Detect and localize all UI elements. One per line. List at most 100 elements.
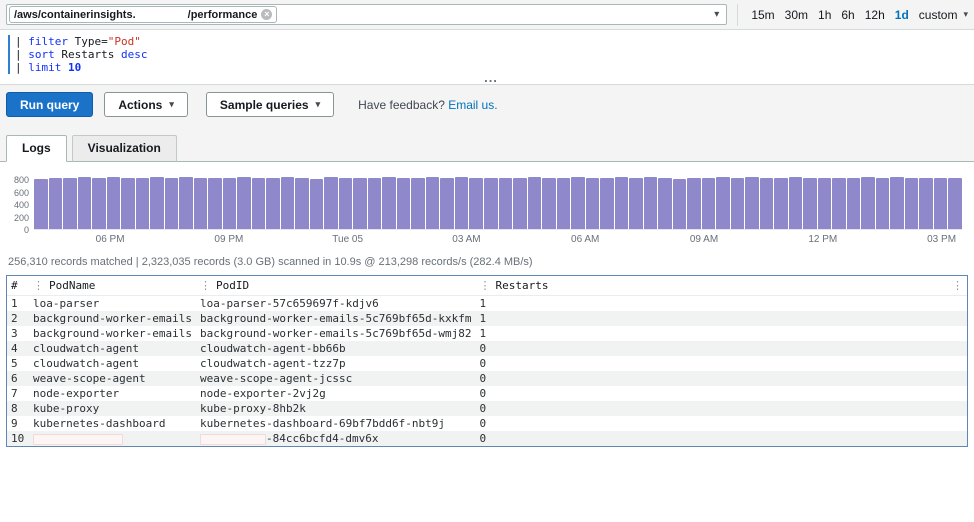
time-range-1d[interactable]: 1d (895, 8, 909, 22)
results-panel: 0 200 400 600 800 06 PM 09 PM Tue 05 03 AM 06 AM… (0, 174, 974, 447)
histogram-bar (919, 177, 933, 229)
time-range-30m[interactable]: 30m (785, 8, 808, 22)
table-row[interactable]: 3 background-worker-emails background-work… (7, 326, 967, 341)
scan-status: 256,310 records matched | 2,323,035 reco… (8, 256, 533, 268)
table-row[interactable]: 9 kubernetes-dashboard kubernetes-dashboar… (7, 416, 967, 431)
log-group-name-suffix: /performance (187, 8, 258, 21)
top-bar: /aws/containerinsights./performance × ▾ … (0, 0, 974, 30)
feedback-text: Have feedback? Email us. (358, 97, 498, 112)
query-toolbar: Run query Actions ▾ Sample queries ▾ Hav… (0, 85, 974, 126)
histogram-bar (948, 178, 962, 229)
cell-restarts: 0 (479, 387, 487, 400)
histogram-bar (440, 178, 454, 229)
results-table-container: # ⋮ PodName ⋮ PodID ⋮ Restarts ⋮ 1 loa-parser loa… (6, 275, 968, 447)
time-range-1h[interactable]: 1h (818, 8, 831, 22)
cell-restarts: 0 (479, 357, 487, 370)
cell-row-number: 9 (11, 417, 18, 430)
table-row[interactable]: 5 cloudwatch-agent cloudwatch-agent-tzz7p 0 (7, 356, 967, 371)
histogram-bar (774, 178, 788, 229)
column-header-num[interactable]: # (7, 276, 29, 296)
histogram-bar (861, 177, 875, 229)
cell-pod-name: cloudwatch-agent (33, 342, 139, 355)
table-options-icon[interactable]: ⋮ (952, 279, 963, 292)
column-header-restarts[interactable]: ⋮ Restarts ⋮ (475, 276, 967, 296)
column-header-label: Restarts (495, 279, 549, 292)
cell-pod-id: weave-scope-agent-jcssc (199, 372, 353, 385)
histogram-bar (34, 178, 48, 229)
histogram-bar (933, 177, 948, 229)
histogram-bar (469, 177, 483, 229)
column-header-label: PodID (215, 279, 250, 292)
histogram-bar (164, 177, 179, 229)
table-row[interactable]: 6 weave-scope-agent weave-scope-agent-jcss… (7, 371, 967, 386)
column-separator-icon: ⋮ (479, 279, 491, 292)
histogram-bar (687, 177, 701, 229)
log-group-redaction (135, 9, 188, 20)
table-row[interactable]: 10 -84cc6bcfd4-dmv6x 0 (7, 431, 967, 446)
actions-button[interactable]: Actions ▾ (104, 92, 188, 117)
cell-row-number: 3 (11, 327, 18, 340)
log-group-chip: /aws/containerinsights. /performance × (9, 6, 278, 23)
table-row[interactable]: 7 node-exporter node-exporter-2vj2g 0 (7, 386, 967, 401)
column-header-podid[interactable]: ⋮ PodID (195, 276, 476, 296)
histogram-bar (382, 177, 396, 229)
histogram-bar (106, 177, 121, 229)
histogram-bar (338, 178, 353, 229)
chevron-down-icon: ▾ (315, 99, 321, 109)
histogram-bar (237, 177, 251, 229)
editor-resize-handle[interactable]: ... (8, 71, 974, 84)
histogram-bar (483, 178, 498, 229)
remove-log-group-icon[interactable]: × (261, 9, 273, 20)
log-group-name-prefix: /aws/containerinsights. (14, 8, 136, 21)
run-query-button[interactable]: Run query (6, 92, 94, 117)
cell-restarts: 0 (479, 372, 487, 385)
cell-pod-id: loa-parser-57c659697f-kdjv6 (199, 297, 379, 310)
cell-pod-id: -84cc6bcfd4-dmv6x (196, 431, 476, 446)
cell-restarts: 1 (479, 327, 487, 340)
y-axis-tick: 0 (23, 225, 29, 235)
histogram-bar (396, 177, 411, 229)
histogram-bar (817, 178, 832, 229)
x-axis-tick: 06 AM (571, 234, 600, 245)
histogram-bar (324, 177, 338, 229)
histogram-bar (542, 178, 556, 229)
histogram-bar (875, 177, 890, 229)
histogram-bar (266, 178, 280, 229)
email-us-link[interactable]: Email us. (448, 98, 497, 112)
table-row[interactable]: 8 kube-proxy kube-proxy-8hb2k 0 (7, 401, 967, 416)
cell-pod-name: weave-scope-agent (33, 372, 146, 385)
chevron-down-icon[interactable]: ▾ (714, 9, 719, 20)
redaction-box (199, 433, 266, 445)
cell-pod-id: cloudwatch-agent-bb66b (199, 342, 346, 355)
time-range-15m[interactable]: 15m (751, 8, 774, 22)
table-row[interactable]: 4 cloudwatch-agent cloudwatch-agent-bb66b 0 (7, 341, 967, 356)
query-editor[interactable]: | filter Type="Pod" | sort Restarts desc |… (0, 30, 974, 85)
histogram-bar (150, 177, 164, 229)
histogram-bar (527, 177, 542, 229)
query-text[interactable]: | filter Type="Pod" | sort Restarts desc |… (8, 35, 974, 74)
cell-pod-name: kubernetes-dashboard (33, 417, 166, 430)
log-group-selector[interactable]: /aws/containerinsights. /performance × ▾ (6, 4, 728, 25)
cell-pod-id: cloudwatch-agent-tzz7p (199, 357, 346, 370)
cell-restarts: 1 (479, 312, 487, 325)
column-header-podname[interactable]: ⋮ PodName (29, 276, 196, 296)
table-row[interactable]: 2 background-worker-emails background-work… (7, 311, 967, 326)
histogram-bar (658, 177, 672, 229)
histogram-bar (77, 177, 92, 229)
cell-pod-name: background-worker-emails (33, 312, 192, 325)
histogram-bar (135, 178, 150, 229)
x-axis-tick: 03 AM (452, 234, 481, 245)
sample-queries-button[interactable]: Sample queries ▾ (205, 92, 335, 117)
time-range-12h[interactable]: 12h (865, 8, 885, 22)
query-line-2: | sort Restarts desc (15, 48, 148, 61)
time-range-6h[interactable]: 6h (841, 8, 854, 22)
cloudwatch-logs-insights-page: { "colors": { "accent_blue": "#0073bb", … (0, 0, 974, 522)
chevron-down-icon: ▾ (169, 99, 174, 109)
histogram-bar (367, 178, 382, 229)
tab-logs[interactable]: Logs (6, 135, 67, 162)
histogram-bar (222, 178, 237, 229)
table-row[interactable]: 1 loa-parser loa-parser-57c659697f-kdjv6 1 (7, 296, 967, 312)
time-range-custom[interactable]: custom (919, 8, 958, 22)
cell-pod-name (29, 431, 196, 446)
tab-visualization[interactable]: Visualization (71, 135, 177, 162)
